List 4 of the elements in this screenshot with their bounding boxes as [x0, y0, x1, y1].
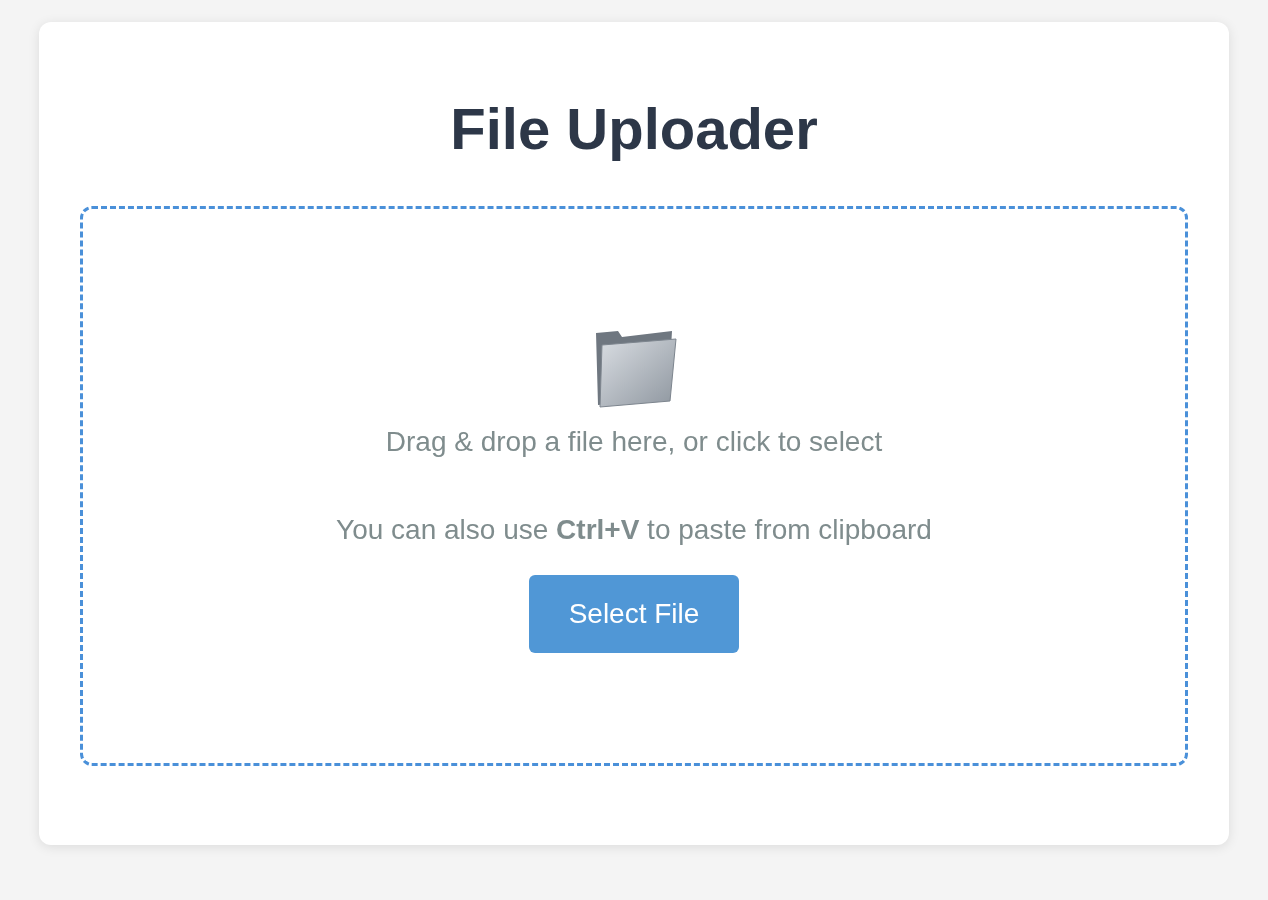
drop-instruction: Drag & drop a file here, or click to select	[385, 425, 883, 459]
select-file-button[interactable]: Select File	[529, 575, 739, 653]
drop-zone[interactable]: Drag & drop a file here, or click to select You can also use Ctrl+V to paste from clipboard Select File	[80, 206, 1188, 766]
paste-hint: You can also use Ctrl+V to paste from clipboard	[336, 513, 932, 547]
